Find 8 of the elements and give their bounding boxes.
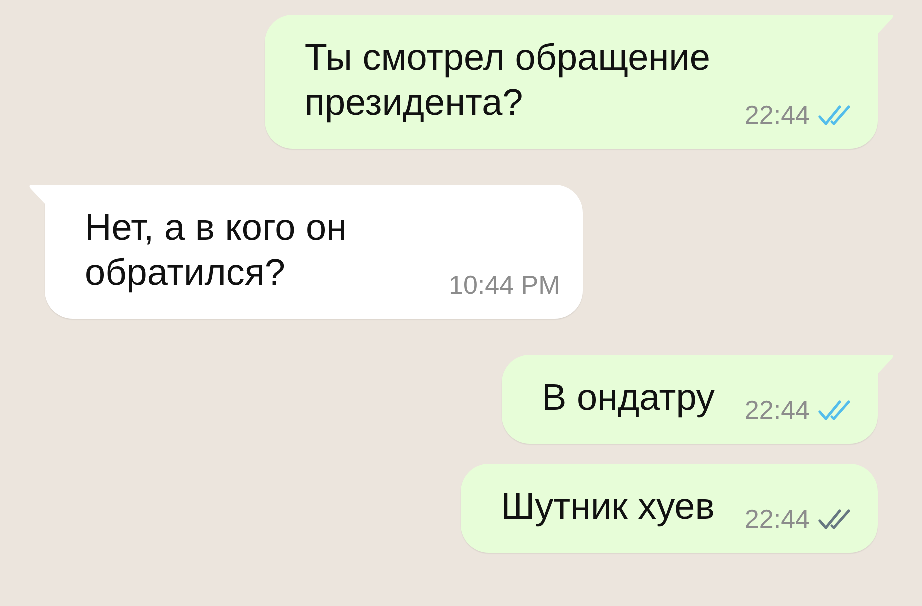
message-time: 22:44 [744, 394, 810, 427]
message-time: 22:44 [744, 99, 810, 132]
message-text: Шутник хуев [501, 485, 715, 529]
message-text: Нет, а в кого он обратился? [85, 206, 348, 295]
message-time: 10:44 PM [449, 269, 560, 302]
message-text: В ондатру [542, 376, 715, 420]
message-time: 22:44 [744, 503, 810, 536]
message-text: Ты смотрел обращение президента? [304, 36, 712, 125]
